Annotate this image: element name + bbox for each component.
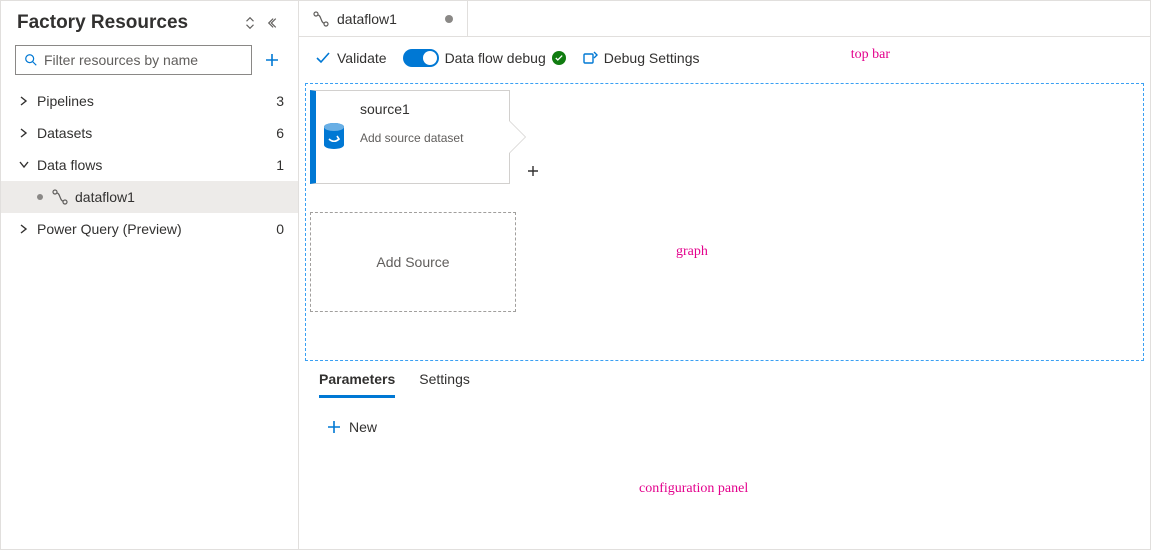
add-step-button[interactable] — [527, 165, 539, 177]
tree-node-powerquery[interactable]: Power Query (Preview) 0 — [1, 213, 298, 245]
add-source-label: Add Source — [376, 254, 449, 270]
debug-toggle[interactable]: Data flow debug — [403, 49, 566, 67]
tree-label: Data flows — [37, 157, 276, 173]
tree-node-datasets[interactable]: Datasets 6 — [1, 117, 298, 149]
tree-label: Datasets — [37, 125, 276, 141]
check-icon — [315, 50, 331, 66]
dirty-dot-icon — [37, 194, 43, 200]
new-parameter-button[interactable]: New — [327, 419, 1146, 435]
annotation-config: configuration panel — [639, 481, 748, 497]
tree-count: 1 — [276, 157, 284, 173]
add-resource-button[interactable] — [258, 46, 286, 74]
tree-leaf-dataflow1[interactable]: dataflow1 — [1, 181, 298, 213]
sidebar: Factory Resources Pipelines 3 Datasets 6 — [1, 1, 299, 549]
debug-label: Data flow debug — [445, 50, 546, 66]
tab-label: dataflow1 — [337, 11, 397, 27]
node-subtitle: Add source dataset — [360, 131, 463, 145]
node-body: source1 Add source dataset — [352, 91, 471, 183]
datasource-icon — [316, 91, 352, 183]
tab-settings[interactable]: Settings — [419, 371, 470, 398]
annotation-graph: graph — [676, 244, 708, 260]
annotation-top: top bar — [851, 47, 890, 63]
plus-icon — [327, 420, 341, 434]
dirty-dot-icon — [445, 15, 453, 23]
debug-settings-label: Debug Settings — [604, 50, 700, 66]
debug-settings-button[interactable]: Debug Settings — [582, 50, 700, 66]
tree-node-pipelines[interactable]: Pipelines 3 — [1, 85, 298, 117]
validate-label: Validate — [337, 50, 387, 66]
main-area: dataflow1 Validate Data flow debug Debug… — [299, 1, 1150, 549]
chevron-right-icon — [17, 96, 31, 106]
chevron-right-icon — [17, 224, 31, 234]
config-panel: Parameters Settings New configuration pa… — [299, 361, 1150, 549]
chevron-right-icon — [17, 128, 31, 138]
status-ok-icon — [552, 51, 566, 65]
tree-count: 3 — [276, 93, 284, 109]
search-icon — [24, 53, 38, 67]
sidebar-title: Factory Resources — [17, 12, 238, 34]
tab-dataflow1[interactable]: dataflow1 — [299, 1, 468, 36]
tab-parameters[interactable]: Parameters — [319, 371, 395, 398]
new-label: New — [349, 419, 377, 435]
dataflow-icon — [51, 189, 69, 205]
config-tabs: Parameters Settings — [303, 361, 1146, 399]
tree-label: dataflow1 — [75, 189, 284, 205]
tree-label: Power Query (Preview) — [37, 221, 276, 237]
tab-strip: dataflow1 — [299, 1, 1150, 37]
top-bar: Validate Data flow debug Debug Settings … — [299, 37, 1150, 79]
chevron-down-icon — [17, 161, 31, 169]
tree-label: Pipelines — [37, 93, 276, 109]
validate-button[interactable]: Validate — [315, 50, 387, 66]
add-source-button[interactable]: Add Source — [310, 212, 516, 312]
filter-input[interactable] — [44, 52, 243, 68]
filter-row — [1, 41, 298, 83]
sidebar-header: Factory Resources — [1, 1, 298, 41]
resource-tree: Pipelines 3 Datasets 6 Data flows 1 data… — [1, 83, 298, 245]
tree-node-dataflows[interactable]: Data flows 1 — [1, 149, 298, 181]
filter-box[interactable] — [15, 45, 252, 75]
node-title: source1 — [360, 101, 463, 117]
toggle-switch-icon — [403, 49, 439, 67]
collapse-sidebar-icon[interactable] — [262, 11, 286, 35]
expand-all-icon[interactable] — [238, 11, 262, 35]
dataflow-icon — [313, 11, 329, 27]
debug-settings-icon — [582, 50, 598, 66]
tree-count: 6 — [276, 125, 284, 141]
tree-count: 0 — [276, 221, 284, 237]
graph-canvas[interactable]: source1 Add source dataset Add Source gr… — [305, 83, 1144, 361]
source-node[interactable]: source1 Add source dataset — [310, 90, 510, 184]
